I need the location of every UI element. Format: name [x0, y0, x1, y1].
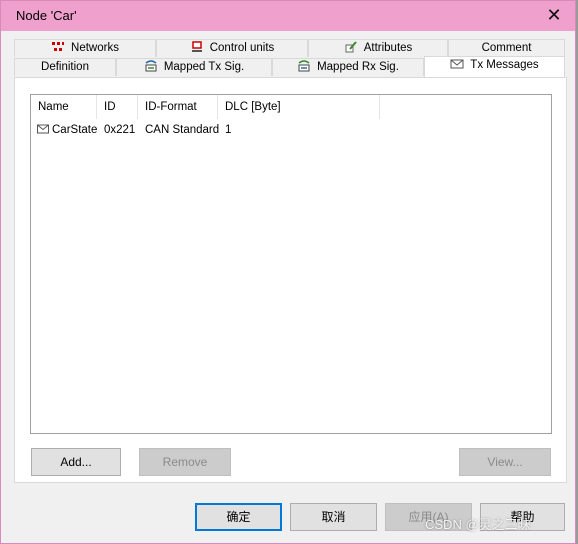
envelope-icon	[450, 58, 464, 70]
tab-control-units[interactable]: Control units	[156, 39, 308, 57]
attributes-icon	[344, 41, 358, 53]
row-name-cell: CarState	[31, 121, 97, 139]
window-title: Node 'Car'	[16, 8, 77, 23]
column-header-name[interactable]: Name	[31, 95, 97, 119]
row-name: CarState	[52, 124, 98, 136]
add-button[interactable]: Add...	[31, 448, 121, 476]
tab-mapped-rx-label: Mapped Rx Sig.	[317, 61, 399, 73]
row-dlc: 1	[225, 124, 232, 136]
tab-networks[interactable]: Networks	[14, 39, 156, 57]
networks-icon	[51, 41, 65, 53]
tab-definition[interactable]: Definition	[14, 58, 116, 76]
tab-mapped-tx[interactable]: Mapped Tx Sig.	[116, 58, 272, 76]
tab-comment[interactable]: Comment	[448, 39, 565, 57]
tab-mapped-rx[interactable]: Mapped Rx Sig.	[272, 58, 424, 76]
tab-mapped-tx-label: Mapped Tx Sig.	[163, 61, 245, 73]
cancel-button[interactable]: 取消	[290, 503, 377, 531]
tab-tx-messages-label: Tx Messages	[470, 59, 539, 71]
envelope-icon	[37, 122, 49, 134]
column-header-id-format[interactable]: ID-Format	[138, 95, 218, 119]
remove-button[interactable]: Remove	[139, 448, 231, 476]
mapped-tx-icon	[144, 60, 158, 72]
tab-attributes[interactable]: Attributes	[308, 39, 448, 57]
column-header-id[interactable]: ID	[97, 95, 138, 119]
tab-definition-label: Definition	[41, 61, 89, 73]
tab-comment-label: Comment	[481, 42, 532, 54]
row-id: 0x221	[104, 124, 136, 136]
column-header-dlc[interactable]: DLC [Byte]	[218, 95, 380, 119]
tx-messages-list[interactable]: Name ID ID-Format DLC [Byte] CarState 0x…	[30, 94, 552, 434]
tab-attributes-label: Attributes	[363, 42, 413, 54]
tx-messages-panel: Name ID ID-Format DLC [Byte] CarState 0x…	[14, 77, 567, 483]
ok-button[interactable]: 确定	[195, 503, 282, 531]
view-button[interactable]: View...	[459, 448, 551, 476]
title-bar[interactable]: Node 'Car' ✕	[1, 1, 575, 31]
control-units-icon	[190, 41, 204, 53]
tab-control-units-label: Control units	[209, 42, 275, 54]
row-id-format: CAN Standard	[145, 124, 220, 136]
close-icon[interactable]: ✕	[545, 6, 563, 24]
tab-networks-label: Networks	[71, 42, 119, 54]
mapped-rx-icon	[297, 60, 311, 72]
tab-tx-messages[interactable]: Tx Messages	[424, 56, 565, 77]
watermark-text: CSDN @灵之三昧	[425, 517, 531, 532]
node-dialog: Node 'Car' ✕ Networks Control units Attr…	[0, 0, 576, 544]
